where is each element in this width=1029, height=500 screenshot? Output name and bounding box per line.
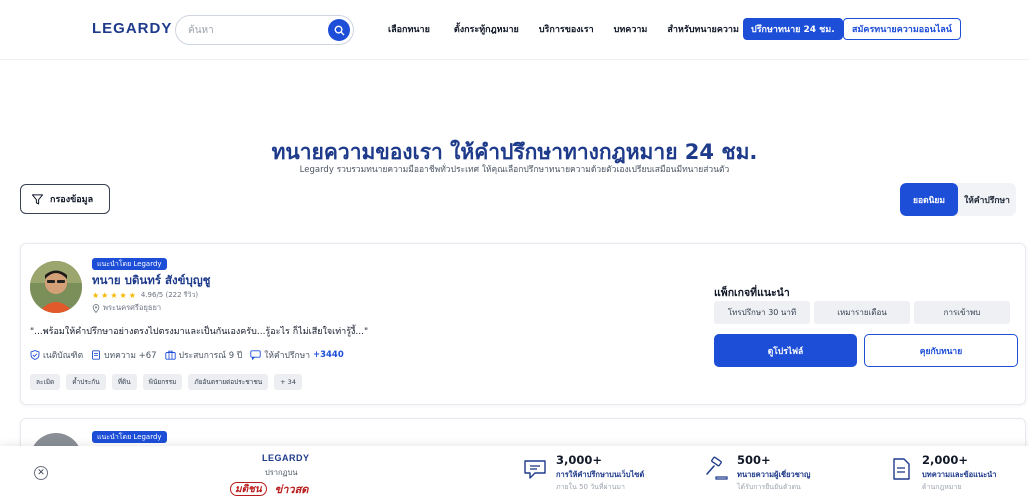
star-icon: ★ xyxy=(119,291,127,300)
tag-chip[interactable]: ค้ำประกัน xyxy=(66,374,106,390)
stat-sub: ด้านกฎหมาย xyxy=(922,482,962,491)
nav-services[interactable]: บริการของเรา xyxy=(539,22,594,36)
tag-chip[interactable]: ละเมิด xyxy=(30,374,61,390)
document-icon xyxy=(893,458,910,480)
more-tags-chip[interactable]: + 34 xyxy=(274,374,302,390)
close-banner-button[interactable]: ✕ xyxy=(34,466,48,480)
main-nav: เลือกทนาย ตั้งกระทู้กฎหมาย บริการของเรา … xyxy=(388,22,739,36)
search-icon xyxy=(334,25,344,35)
appears-on-label: ปรากฏบน xyxy=(265,468,298,477)
stat-consultations: 3,000+ การให้คำปรึกษาบนเว็บไซต์ ภายใน 50… xyxy=(522,454,644,493)
filter-label: กรองข้อมูล xyxy=(50,195,94,205)
experience-text: ประสบการณ์ 9 ปี xyxy=(178,351,243,361)
packages-row: โทรปรึกษา 30 นาที เหมารายเดือน การเข้าพบ xyxy=(714,301,1010,324)
search-box[interactable] xyxy=(175,15,354,45)
matichon-logo: มติชน xyxy=(230,482,267,496)
packages-title: แพ็กเกจที่แนะนำ xyxy=(714,287,790,299)
rating: ★ ★ ★ ★ ★ 4.96/5 (222 รีวิว) xyxy=(92,290,198,301)
lawyer-name[interactable]: ทนาย บดินทร์ สังข์บุญชู xyxy=(92,272,210,290)
close-icon: ✕ xyxy=(37,467,45,478)
chat-with-lawyer-button[interactable]: คุยกับทนาย xyxy=(864,334,1018,367)
stat-lawyers: 500+ ทนายความผู้เชี่ยวชาญ ได้รับการยืนยั… xyxy=(703,454,810,493)
nav-forum[interactable]: ตั้งกระทู้กฎหมาย xyxy=(454,22,519,36)
chat-icon xyxy=(524,460,546,479)
media-logos: มติชน ข่าวสด xyxy=(230,480,308,498)
lawyer-card[interactable]: แนะนำโดย Legardy ทนาย บดินทร์ สังข์บุญชู… xyxy=(20,243,1026,405)
consult-chat-icon xyxy=(250,350,261,360)
lawyer-stats: เนติบัณฑิต บทความ +67 ประสบการณ์ 9 ปี ให… xyxy=(30,348,344,362)
register-lawyer-button[interactable]: สมัครทนายความออนไลน์ xyxy=(843,18,961,40)
khaosod-logo: ข่าวสด xyxy=(274,483,309,496)
tag-chip[interactable]: พินัยกรรม xyxy=(142,374,183,390)
package-monthly[interactable]: เหมารายเดือน xyxy=(814,301,910,324)
nav-for-lawyers[interactable]: สำหรับทนายความ xyxy=(667,22,739,36)
tag-chip[interactable]: ภัยอันตรายต่อประชาชน xyxy=(188,374,269,390)
filter-button[interactable]: กรองข้อมูล xyxy=(20,184,110,214)
filter-icon xyxy=(31,193,44,204)
page: LEGARDY เลือกทนาย ตั้งกระทู้กฎหมาย บริกา… xyxy=(0,0,1029,500)
stat-number: 500+ xyxy=(737,453,771,467)
stat-sub: ได้รับการยืนยันตัวตน xyxy=(737,482,801,491)
consult-24h-button[interactable]: ปรึกษาทนาย 24 ชม. xyxy=(743,18,843,40)
rating-text: 4.96/5 (222 รีวิว) xyxy=(140,291,199,299)
star-icon: ★ xyxy=(110,291,118,300)
stats-banner: ✕ LEGARDY ปรากฏบน มติชน ข่าวสด 3,000+ กา… xyxy=(0,446,1029,500)
stat-number: 2,000+ xyxy=(922,453,969,467)
consult-count: +3440 xyxy=(312,350,344,360)
sort-toggle: ยอดนิยม ให้คำปรึกษา xyxy=(900,183,1016,216)
location-text: พระนครศรีอยุธยา xyxy=(103,303,162,312)
article-icon xyxy=(92,350,101,360)
gavel-icon xyxy=(706,456,728,480)
experience-icon xyxy=(164,350,176,360)
star-icon: ★ xyxy=(92,291,100,300)
page-subtitle: Legardy รวบรวมทนายความมืออาชีพทั่วประเทศ… xyxy=(299,165,730,175)
view-profile-button[interactable]: ดูโปรไฟล์ xyxy=(714,334,857,367)
verified-shield-icon xyxy=(30,350,40,360)
location: พระนครศรีอยุธยา xyxy=(92,302,161,314)
articles-text: บทความ +67 xyxy=(104,351,157,361)
star-icon: ★ xyxy=(128,291,136,300)
tag-chip[interactable]: ที่ดิน xyxy=(111,374,137,390)
nav-choose-lawyer[interactable]: เลือกทนาย xyxy=(388,22,430,36)
search-button[interactable] xyxy=(328,19,350,41)
stat-label: การให้คำปรึกษาบนเว็บไซต์ xyxy=(556,469,645,479)
nav-articles[interactable]: บทความ xyxy=(614,22,648,36)
brand-logo[interactable]: LEGARDY xyxy=(92,20,172,37)
top-navbar: LEGARDY เลือกทนาย ตั้งกระทู้กฎหมาย บริกา… xyxy=(0,0,1029,60)
stat-label: บทความและข้อแนะนำ xyxy=(922,469,997,479)
recommended-badge: แนะนำโดย Legardy xyxy=(92,258,167,270)
banner-logo: LEGARDY xyxy=(262,453,310,463)
lawyer-quote: "...พร้อมให้คำปรึกษาอย่างตรงไปตรงมาและเป… xyxy=(30,327,369,337)
degree-text: เนติบัณฑิต xyxy=(43,351,84,361)
stat-articles: 2,000+ บทความและข้อแนะนำ ด้านกฎหมาย xyxy=(888,454,997,493)
avatar[interactable] xyxy=(30,261,82,313)
stat-sub: ภายใน 50 วันที่ผ่านมา xyxy=(556,482,625,491)
star-icon: ★ xyxy=(101,291,109,300)
expertise-tags: ละเมิด ค้ำประกัน ที่ดิน พินัยกรรม ภัยอัน… xyxy=(30,374,302,390)
package-call[interactable]: โทรปรึกษา 30 นาที xyxy=(714,301,810,324)
location-pin-icon xyxy=(92,303,100,313)
stat-number: 3,000+ xyxy=(556,453,603,467)
sort-popular[interactable]: ยอดนิยม xyxy=(900,183,958,216)
consult-label: ให้คำปรึกษา xyxy=(264,351,310,361)
recommended-badge: แนะนำโดย Legardy xyxy=(92,431,167,443)
package-meeting[interactable]: การเข้าพบ xyxy=(914,301,1010,324)
stat-label: ทนายความผู้เชี่ยวชาญ xyxy=(737,469,811,479)
sort-consult[interactable]: ให้คำปรึกษา xyxy=(958,183,1016,216)
search-input[interactable] xyxy=(188,22,318,39)
